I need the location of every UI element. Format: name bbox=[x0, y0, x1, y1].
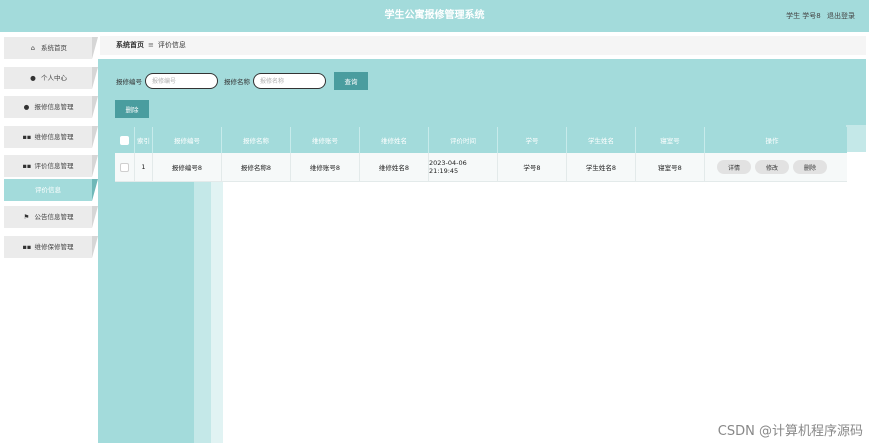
repair-name-input[interactable] bbox=[253, 73, 326, 89]
column-header-index: 索引 bbox=[135, 127, 153, 153]
sidebar-item-label: 报修信息管理 bbox=[34, 103, 74, 111]
column-header-repair-number[interactable]: 报修编号 bbox=[153, 127, 222, 153]
decorative-strip bbox=[194, 152, 211, 443]
sidebar-item-maintenance-info[interactable]: ▪▪ 维修信息管理 bbox=[4, 126, 98, 148]
sidebar-item-label: 系统首页 bbox=[41, 44, 67, 52]
sidebar-item-label: 维修信息管理 bbox=[34, 133, 74, 141]
grid-icon: ▪▪ bbox=[22, 133, 32, 141]
sidebar-item-announcement[interactable]: ⚑ 公告信息管理 bbox=[4, 206, 98, 228]
grid-icon: ▪▪ bbox=[22, 162, 32, 170]
row-select-cell bbox=[115, 153, 135, 181]
top-bar: 学生公寓报修管理系统 学生 学号8 退出登录 bbox=[0, 0, 869, 32]
app-title: 学生公寓报修管理系统 bbox=[384, 10, 485, 21]
logout-link[interactable]: 退出登录 bbox=[827, 12, 855, 20]
sidebar: ⌂ 系统首页 ● 个人中心 ● 报修信息管理 ▪▪ 维修信息管理 ▪▪ 评价信息… bbox=[0, 32, 100, 443]
cell-student-name: 学生姓名8 bbox=[567, 153, 636, 181]
breadcrumb-bar: 系统首页 ≡ 评价信息 bbox=[100, 36, 866, 55]
column-header-worker-account[interactable]: 维修账号 bbox=[291, 127, 360, 153]
delete-row-button[interactable]: 删除 bbox=[793, 160, 827, 174]
column-header-actions: 操作 bbox=[765, 137, 779, 145]
cell-actions: 详情 修改 删除 bbox=[705, 153, 839, 181]
user-icon: ● bbox=[30, 74, 36, 82]
edit-button[interactable]: 修改 bbox=[755, 160, 789, 174]
sidebar-item-repair-info[interactable]: ● 报修信息管理 bbox=[4, 96, 98, 118]
sidebar-subitem-label: 评价信息 bbox=[35, 186, 61, 194]
sidebar-item-evaluation-management[interactable]: ▪▪ 评价信息管理 bbox=[4, 155, 98, 177]
sidebar-subitem-evaluation-info[interactable]: 评价信息 bbox=[4, 179, 98, 201]
cell-worker-name: 维修姓名8 bbox=[360, 153, 429, 181]
column-header-student-number[interactable]: 学号 bbox=[498, 127, 567, 153]
evaluation-table: 索引 报修编号 报修名称 维修账号 维修姓名 评价时间 学号 学生姓名 寝室号 … bbox=[115, 127, 847, 182]
row-checkbox[interactable] bbox=[120, 162, 129, 172]
cell-index: 1 bbox=[135, 153, 153, 181]
flag-icon: ⚑ bbox=[23, 213, 30, 221]
cell-repair-name: 报修名称8 bbox=[222, 153, 291, 181]
select-all-cell bbox=[115, 127, 135, 153]
table-row: 1 报修编号8 报修名称8 维修账号8 维修姓名8 2023-04-06 21:… bbox=[115, 153, 847, 182]
decorative-strip bbox=[846, 125, 866, 152]
decorative-strip bbox=[211, 152, 223, 443]
batch-delete-button[interactable]: 删除 bbox=[115, 100, 149, 118]
cell-eval-time: 2023-04-06 21:19:45 bbox=[429, 153, 498, 181]
sidebar-item-label: 评价信息管理 bbox=[34, 162, 74, 170]
user-icon: ● bbox=[23, 103, 30, 111]
user-area: 学生 学号8 退出登录 bbox=[782, 0, 855, 32]
sidebar-item-profile[interactable]: ● 个人中心 bbox=[4, 67, 98, 89]
cell-dorm-number: 寝室号8 bbox=[636, 153, 705, 181]
main-content: 系统首页 ≡评价信息 报修编号 报修名称 查询 删除 索引 报修编号 报修名称 维… bbox=[98, 32, 869, 443]
query-button[interactable]: 查询 bbox=[334, 72, 368, 90]
table-header: 索引 报修编号 报修名称 维修账号 维修姓名 评价时间 学号 学生姓名 寝室号 … bbox=[115, 127, 847, 153]
home-icon: ⌂ bbox=[30, 44, 36, 52]
sidebar-item-label: 公告信息管理 bbox=[34, 213, 74, 221]
column-header-eval-time[interactable]: 评价时间 bbox=[429, 127, 498, 153]
detail-button[interactable]: 详情 bbox=[717, 160, 751, 174]
breadcrumb-home[interactable]: 系统首页 bbox=[116, 41, 144, 49]
select-all-checkbox[interactable] bbox=[120, 135, 129, 145]
sidebar-item-maintenance-warranty[interactable]: ▪▪ 维修保修管理 bbox=[4, 236, 98, 258]
user-label: 学生 学号8 bbox=[786, 12, 821, 20]
column-header-student-name[interactable]: 学生姓名 bbox=[567, 127, 636, 153]
decorative-panel bbox=[98, 152, 194, 443]
cell-student-number: 学号8 bbox=[498, 153, 567, 181]
watermark: CSDN @计算机程序源码 bbox=[717, 424, 863, 439]
column-header-repair-name[interactable]: 报修名称 bbox=[222, 127, 291, 153]
column-header-dorm-number[interactable]: 寝室号 bbox=[636, 127, 705, 153]
breadcrumb-separator-icon: ≡ bbox=[148, 41, 154, 49]
grid-icon: ▪▪ bbox=[22, 243, 32, 251]
column-header-worker-name[interactable]: 维修姓名 bbox=[360, 127, 429, 153]
repair-number-input[interactable] bbox=[145, 73, 218, 89]
cell-worker-account: 维修账号8 bbox=[291, 153, 360, 181]
breadcrumb: 系统首页 ≡ 评价信息 bbox=[116, 36, 186, 55]
repair-number-label: 报修编号 bbox=[116, 78, 142, 86]
repair-name-label: 报修名称 bbox=[224, 78, 250, 86]
sidebar-item-label: 维修保修管理 bbox=[34, 243, 74, 251]
search-form: 报修编号 报修名称 查询 bbox=[116, 72, 368, 90]
sidebar-item-label: 个人中心 bbox=[41, 74, 67, 82]
sidebar-item-home[interactable]: ⌂ 系统首页 bbox=[4, 37, 98, 59]
cell-repair-number: 报修编号8 bbox=[153, 153, 222, 181]
breadcrumb-current: 评价信息 bbox=[157, 41, 186, 49]
